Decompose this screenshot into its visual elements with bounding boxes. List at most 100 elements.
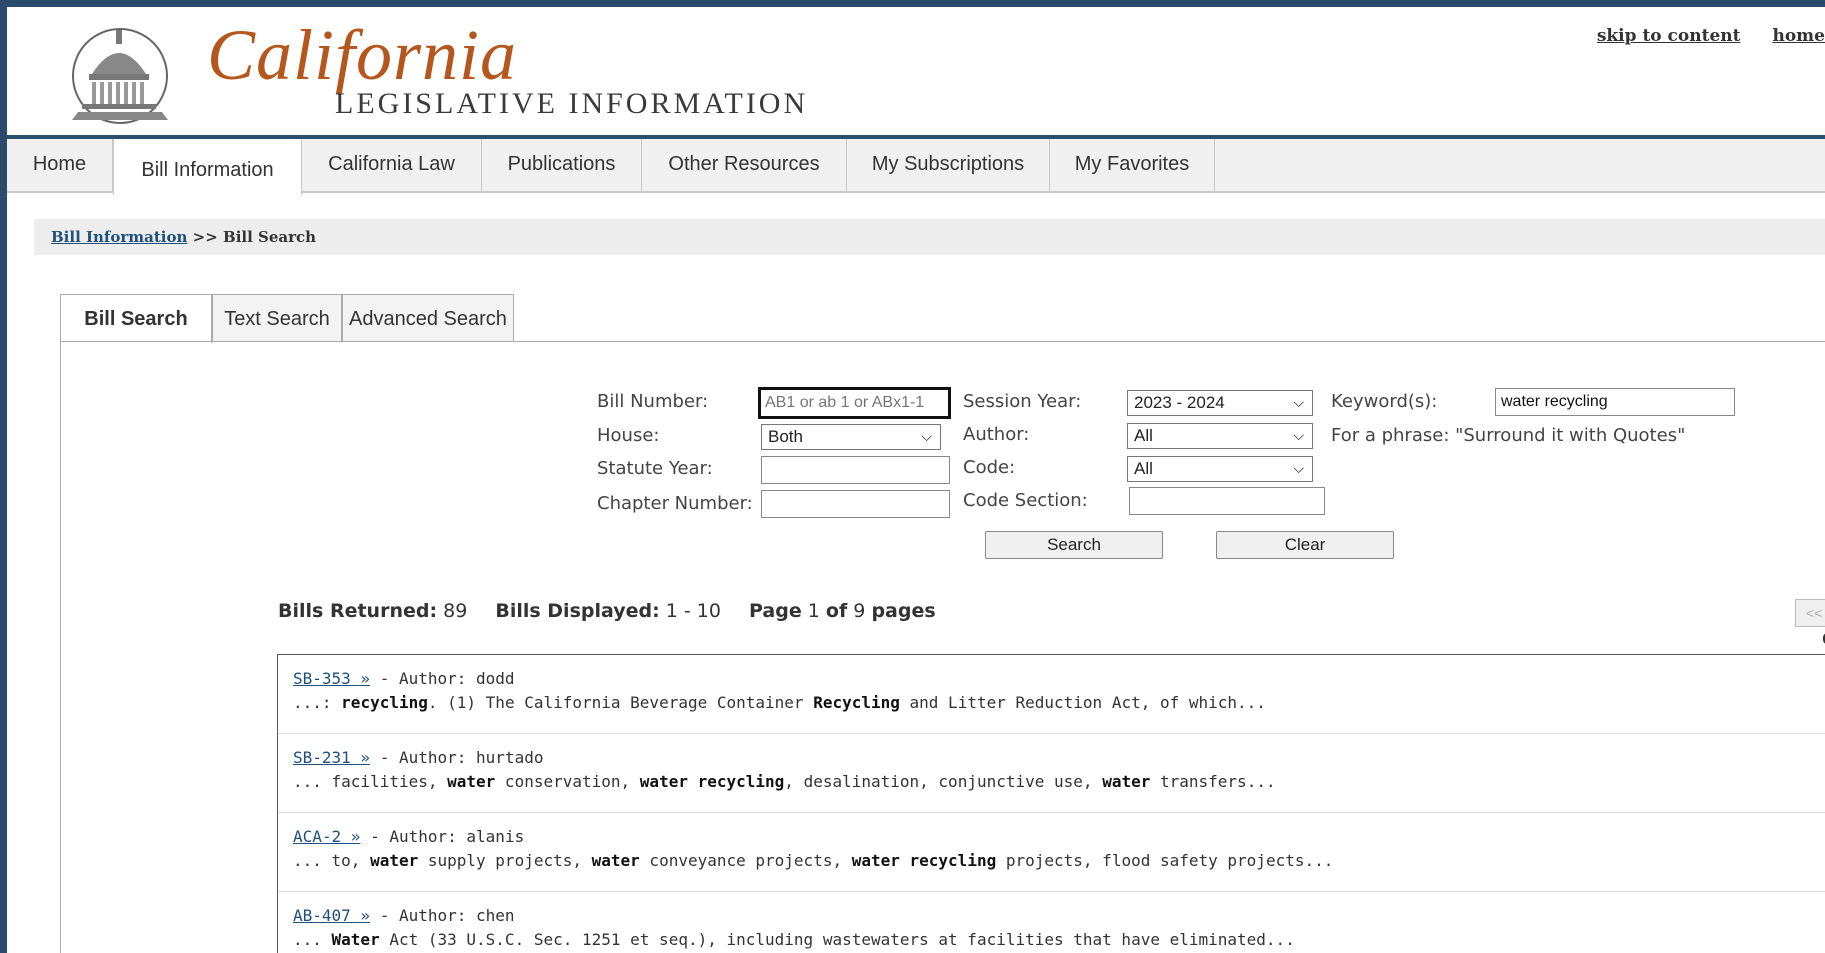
snippet-text: Act (33 U.S.C. Sec. 1251 et seq.), inclu… bbox=[379, 930, 1295, 949]
capitol-dome-icon bbox=[72, 28, 168, 124]
snippet-text: , desalination, conjunctive use, bbox=[784, 772, 1103, 791]
chevron-down-icon: ⌵ bbox=[1293, 427, 1304, 443]
bills-returned-count: 89 bbox=[443, 600, 468, 622]
home-link[interactable]: home bbox=[1772, 26, 1825, 46]
result-item: SB-231 » - Author: hurtado ... facilitie… bbox=[278, 734, 1825, 813]
snippet-keyword: Recycling bbox=[813, 693, 900, 712]
statute-year-input[interactable] bbox=[761, 456, 950, 484]
house-select[interactable]: Both ⌵ bbox=[761, 424, 941, 450]
author-select-value: All bbox=[1134, 426, 1153, 445]
breadcrumb-bill-information-link[interactable]: Bill Information bbox=[51, 228, 187, 246]
nav-publications[interactable]: Publications bbox=[482, 139, 642, 191]
result-bill-link[interactable]: SB-231 » bbox=[293, 748, 370, 767]
skip-to-content-link[interactable]: skip to content bbox=[1597, 26, 1741, 46]
phrase-hint: For a phrase: "Surround it with Quotes" bbox=[1331, 425, 1686, 446]
snippet-keyword: water recycling bbox=[851, 851, 997, 870]
nav-california-law[interactable]: California Law bbox=[302, 139, 482, 191]
bills-displayed-range: 1 - 10 bbox=[665, 600, 721, 622]
result-author: - Author: chen bbox=[379, 906, 515, 925]
snippet-text: conveyance projects, bbox=[639, 851, 852, 870]
code-section-input[interactable] bbox=[1129, 487, 1325, 515]
tab-underline bbox=[60, 341, 1825, 342]
author-select[interactable]: All ⌵ bbox=[1127, 423, 1313, 449]
snippet-keyword: water bbox=[447, 772, 496, 791]
chevron-down-icon: ⌵ bbox=[921, 428, 932, 444]
result-header: SB-353 » - Author: dodd bbox=[293, 669, 515, 688]
main-nav: Home Bill Information California Law Pub… bbox=[7, 139, 1825, 195]
snippet-text: . (1) The California Beverage Container bbox=[427, 693, 814, 712]
chapter-number-label: Chapter Number: bbox=[597, 493, 753, 514]
snippet-text: projects, flood safety projects... bbox=[996, 851, 1334, 870]
panel-border bbox=[60, 341, 61, 953]
bills-displayed: Bills Displayed: 1 - 10 bbox=[495, 600, 721, 622]
page-frame: California LEGISLATIVE INFORMATION skip … bbox=[7, 7, 1825, 953]
code-select-value: All bbox=[1134, 459, 1153, 478]
result-item: ACA-2 » - Author: alanis ... to, water s… bbox=[278, 813, 1825, 892]
snippet-keyword: recycling bbox=[341, 693, 428, 712]
snippet-text: conservation, bbox=[495, 772, 640, 791]
nav-my-favorites[interactable]: My Favorites bbox=[1050, 139, 1215, 191]
result-bill-link[interactable]: ACA-2 » bbox=[293, 827, 360, 846]
code-select[interactable]: All ⌵ bbox=[1127, 456, 1313, 482]
pages-label: pages bbox=[871, 600, 936, 622]
nav-my-subscriptions[interactable]: My Subscriptions bbox=[847, 139, 1050, 191]
author-label: Author: bbox=[963, 424, 1030, 445]
pager-prev-button[interactable]: << bbox=[1795, 599, 1825, 627]
nav-home[interactable]: Home bbox=[7, 139, 113, 191]
result-snippet: ... facilities, water conservation, wate… bbox=[293, 772, 1276, 791]
nav-other-resources[interactable]: Other Resources bbox=[642, 139, 847, 191]
result-bill-link[interactable]: AB-407 » bbox=[293, 906, 370, 925]
nav-bill-information[interactable]: Bill Information bbox=[113, 139, 302, 195]
snippet-text: ... facilities, bbox=[293, 772, 448, 791]
session-year-select[interactable]: 2023 - 2024 ⌵ bbox=[1127, 390, 1313, 416]
result-bill-link[interactable]: SB-353 » bbox=[293, 669, 370, 688]
clear-button[interactable]: Clear bbox=[1216, 531, 1394, 559]
bill-number-input[interactable] bbox=[758, 387, 951, 419]
statute-year-label: Statute Year: bbox=[597, 458, 713, 479]
keywords-label: Keyword(s): bbox=[1331, 391, 1438, 412]
logo-subtitle: LEGISLATIVE INFORMATION bbox=[335, 87, 809, 120]
result-author: - Author: dodd bbox=[379, 669, 515, 688]
top-links: skip to content home bbox=[1565, 26, 1825, 46]
page-label: Page bbox=[749, 600, 802, 622]
bills-returned: Bills Returned: 89 bbox=[278, 600, 467, 622]
result-snippet: ...: recycling. (1) The California Bever… bbox=[293, 693, 1266, 712]
snippet-keyword: water recycling bbox=[639, 772, 785, 791]
result-snippet: ... Water Act (33 U.S.C. Sec. 1251 et se… bbox=[293, 930, 1295, 949]
snippet-keyword: water bbox=[1102, 772, 1151, 791]
result-item: SB-353 » - Author: dodd ...: recycling. … bbox=[278, 655, 1825, 734]
snippet-text: transfers... bbox=[1150, 772, 1276, 791]
bills-displayed-label: Bills Displayed: bbox=[495, 600, 660, 622]
snippet-text: ...: bbox=[293, 693, 342, 712]
result-header: AB-407 » - Author: chen bbox=[293, 906, 515, 925]
chapter-number-input[interactable] bbox=[761, 490, 950, 518]
logo-script-text: California bbox=[207, 15, 518, 95]
breadcrumb: Bill Information >> Bill Search bbox=[34, 219, 1825, 255]
snippet-keyword: water bbox=[370, 851, 419, 870]
snippet-keyword: water bbox=[591, 851, 640, 870]
page-indicator: Page 1 of 9 pages bbox=[749, 600, 936, 622]
results-summary: Bills Returned: 89 Bills Displayed: 1 - … bbox=[278, 600, 958, 622]
code-section-label: Code Section: bbox=[963, 490, 1088, 511]
house-label: House: bbox=[597, 425, 660, 446]
bills-returned-label: Bills Returned: bbox=[278, 600, 438, 622]
code-label: Code: bbox=[963, 457, 1016, 478]
snippet-text: supply projects, bbox=[418, 851, 592, 870]
keywords-input[interactable] bbox=[1495, 388, 1735, 416]
total-pages: 9 bbox=[853, 600, 866, 622]
site-header: California LEGISLATIVE INFORMATION skip … bbox=[7, 7, 1825, 135]
result-header: SB-231 » - Author: hurtado bbox=[293, 748, 543, 767]
page-number: 1 bbox=[807, 600, 820, 622]
session-year-label: Session Year: bbox=[963, 391, 1082, 412]
snippet-text: ... bbox=[293, 930, 332, 949]
session-year-value: 2023 - 2024 bbox=[1134, 393, 1225, 412]
snippet-text: ... to, bbox=[293, 851, 371, 870]
tab-text-search[interactable]: Text Search bbox=[212, 294, 342, 342]
search-button[interactable]: Search bbox=[985, 531, 1163, 559]
tab-advanced-search[interactable]: Advanced Search bbox=[342, 294, 514, 342]
tab-bill-search[interactable]: Bill Search bbox=[60, 294, 212, 343]
result-item: AB-407 » - Author: chen ... Water Act (3… bbox=[278, 892, 1825, 953]
bill-number-label: Bill Number: bbox=[597, 391, 709, 412]
result-header: ACA-2 » - Author: alanis bbox=[293, 827, 524, 846]
breadcrumb-current: Bill Search bbox=[223, 228, 317, 246]
